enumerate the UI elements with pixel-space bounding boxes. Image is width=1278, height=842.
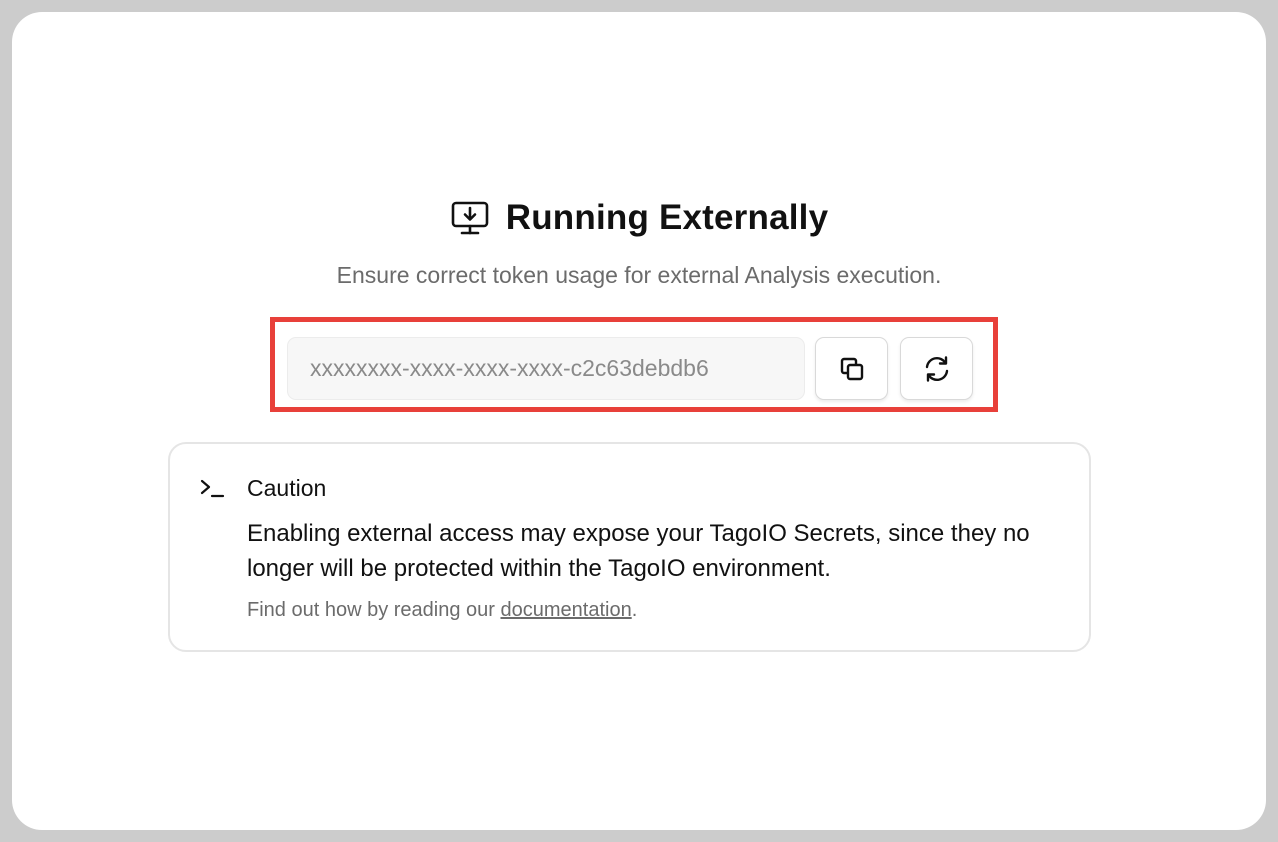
dialog-panel: Running Externally Ensure correct token … — [12, 12, 1266, 830]
header: Running Externally — [12, 198, 1266, 238]
refresh-icon — [922, 354, 952, 384]
token-input[interactable] — [287, 337, 805, 400]
terminal-icon — [200, 478, 226, 500]
regenerate-token-button[interactable] — [900, 337, 973, 400]
caution-title: Caution — [247, 475, 327, 501]
caution-footer: Find out how by reading our documentatio… — [247, 599, 637, 622]
footer-suffix: . — [631, 599, 638, 621]
copy-icon — [837, 354, 867, 384]
page-title: Running Externally — [505, 198, 829, 237]
footer-prefix: Find out how by reading our — [247, 599, 501, 621]
page-subtitle: Ensure correct token usage for external … — [336, 262, 942, 288]
caution-card: Caution Enabling external access may exp… — [168, 442, 1091, 652]
copy-token-button[interactable] — [815, 337, 888, 400]
documentation-link[interactable]: documentation — [501, 599, 632, 621]
caution-body: Enabling external access may expose your… — [247, 520, 1030, 582]
monitor-download-icon — [450, 198, 490, 238]
